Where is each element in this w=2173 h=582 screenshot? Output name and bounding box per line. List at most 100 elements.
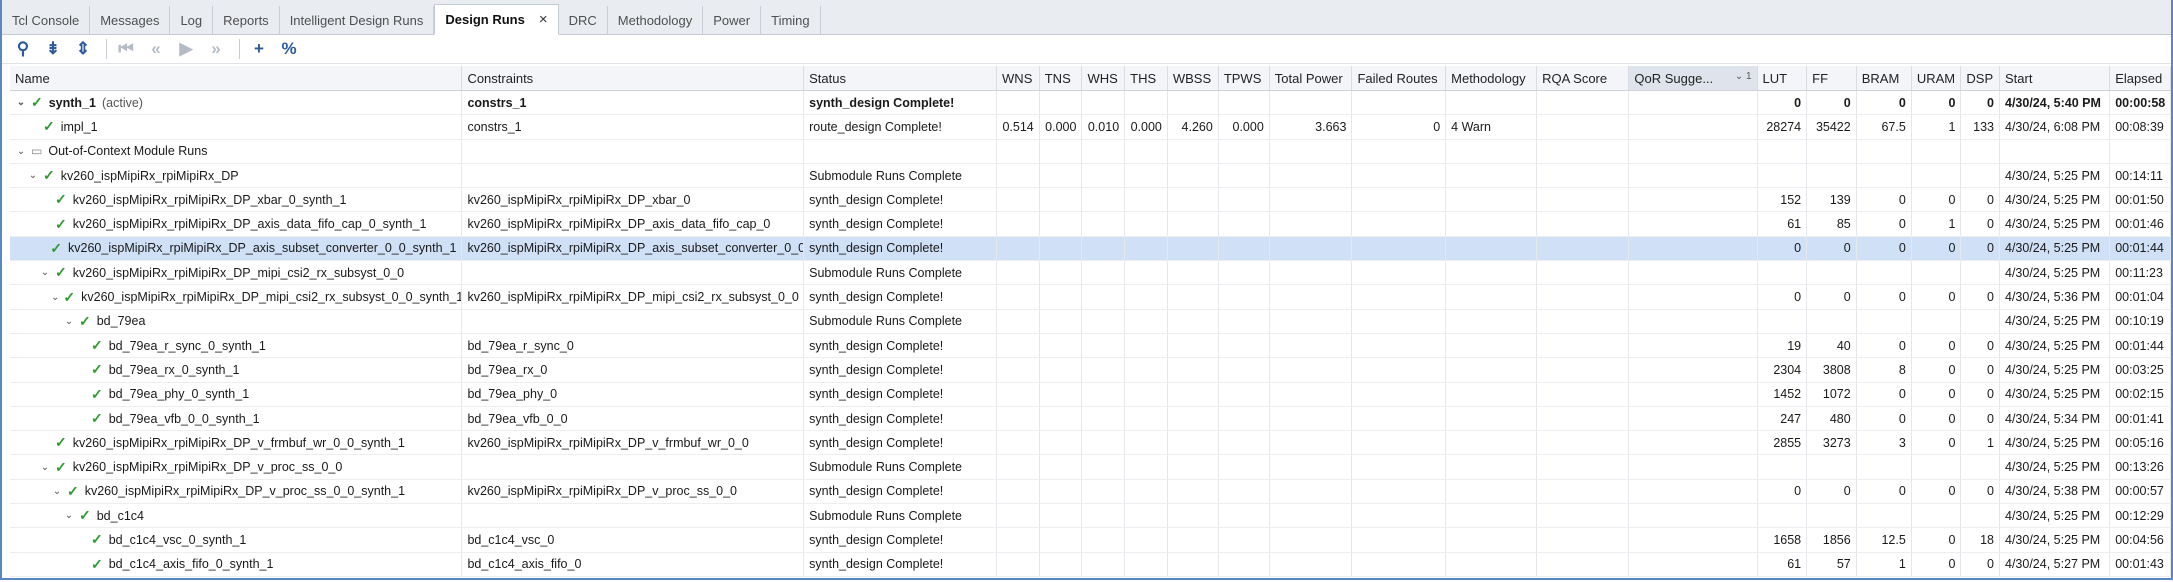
table-row[interactable]: ⌄ ✓ kv260_ispMipiRx_rpiMipiRx_DP_mipi_csi2… xyxy=(10,260,2171,286)
cell-status: Submodule Runs Complete xyxy=(803,309,998,334)
table-row[interactable]: ⌄ ✓ kv260_ispMipiRx_rpiMipiRx_DP_mipi_csi2… xyxy=(10,284,2171,310)
column-header-lut[interactable]: LUT xyxy=(1757,66,1808,91)
fast-forward-icon: » xyxy=(211,38,221,58)
cell-bram: 0 xyxy=(1856,284,1912,310)
cell-total-power xyxy=(1269,479,1353,505)
cell-start: 4/30/24, 5:27 PM xyxy=(1999,552,2111,577)
cell-wbss xyxy=(1167,139,1219,164)
table-row[interactable]: ✓ kv260_ispMipiRx_rpiMipiRx_DP_xbar_0_syn… xyxy=(10,187,2171,213)
column-header-tns[interactable]: TNS xyxy=(1039,66,1083,91)
column-header-tpws[interactable]: TPWS xyxy=(1218,66,1270,91)
run-name: ✓ kv260_ispMipiRx_rpiMipiRx_DP_axis_data_… xyxy=(15,216,456,233)
table-row[interactable]: ✓ bd_79ea_rx_0_synth_1 bd_79ea_rx_0 synth_d… xyxy=(10,357,2171,383)
column-header-status[interactable]: Status xyxy=(803,66,998,91)
column-header-total-power[interactable]: Total Power xyxy=(1269,66,1353,91)
cell-ff: 57 xyxy=(1806,552,1857,577)
folder-icon: ▭ xyxy=(31,144,43,159)
run-name-label: bd_79ea_phy_0_synth_1 xyxy=(108,387,250,402)
chevron-down-icon[interactable]: ⌄ xyxy=(51,292,59,303)
chevron-down-icon[interactable]: ⌄ xyxy=(15,97,27,108)
chevron-down-icon[interactable]: ⌄ xyxy=(15,146,27,157)
column-header-start[interactable]: Start xyxy=(1999,66,2111,91)
table-row[interactable]: ✓ bd_c1c4_axis_fifo_0_synth_1 bd_c1c4_axis… xyxy=(10,552,2171,577)
cell-elapsed: 00:01:44 xyxy=(2109,333,2171,359)
tab-timing[interactable]: Timing xyxy=(761,6,821,34)
cell-wbss xyxy=(1167,260,1219,286)
table-row[interactable]: ⌄ ✓ synth_1 (active) constrs_1 synth_design C… xyxy=(10,90,2171,116)
tab-tcl-console[interactable]: Tcl Console xyxy=(2,6,91,34)
cell-elapsed: 00:00:57 xyxy=(2109,479,2171,505)
column-header-ff[interactable]: FF xyxy=(1806,66,1857,91)
chevron-down-icon[interactable]: ⌄ xyxy=(39,462,51,473)
table-row[interactable]: ✓ bd_79ea_r_sync_0_synth_1 bd_79ea_r_sync_… xyxy=(10,333,2171,359)
table-row[interactable]: ✓ bd_c1c4_vsc_0_synth_1 bd_c1c4_vsc_0 synth… xyxy=(10,527,2171,553)
column-header-uram[interactable]: URAM xyxy=(1911,66,1962,91)
column-header-ths[interactable]: THS xyxy=(1124,66,1168,91)
cell-methodology xyxy=(1445,309,1538,334)
column-header-rqa-score[interactable]: RQA Score xyxy=(1536,66,1630,91)
table-row[interactable]: ✓ kv260_ispMipiRx_rpiMipiRx_DP_axis_data_… xyxy=(10,211,2171,237)
cell-rqa-score xyxy=(1536,527,1630,553)
percent-button[interactable]: % xyxy=(276,37,302,61)
table-row[interactable]: ⌄ ✓ kv260_ispMipiRx_rpiMipiRx_DP_v_proc_ss… xyxy=(10,454,2171,480)
add-button[interactable]: + xyxy=(246,37,272,61)
table-row[interactable]: ⌄ ✓ kv260_ispMipiRx_rpiMipiRx_DP_v_proc_ss… xyxy=(10,479,2171,505)
table-row[interactable]: ⌄ ✓ bd_c1c4 Submodule Runs Complete 4/30/24,… xyxy=(10,503,2171,529)
column-header-wns[interactable]: WNS xyxy=(996,66,1040,91)
tab-messages[interactable]: Messages xyxy=(90,6,171,34)
chevron-down-icon[interactable]: ⌄ xyxy=(27,170,39,181)
table-row[interactable]: ⌄ ✓ kv260_ispMipiRx_rpiMipiRx_DP Submodule … xyxy=(10,163,2171,189)
collapse-all-button[interactable]: ⇟ xyxy=(40,37,66,61)
table-row[interactable]: ✓ kv260_ispMipiRx_rpiMipiRx_DP_v_frmbuf_w… xyxy=(10,430,2171,456)
cell-rqa-score xyxy=(1536,284,1630,310)
tab-log[interactable]: Log xyxy=(170,6,214,34)
cell-status xyxy=(803,139,998,164)
run-name: ✓ kv260_ispMipiRx_rpiMipiRx_DP_v_frmbuf_w… xyxy=(15,434,456,451)
cell-whs xyxy=(1081,382,1126,407)
design-runs-panel: Tcl Console Messages Log Reports Intelligent… xyxy=(0,0,2173,580)
column-header-constraints[interactable]: Constraints xyxy=(461,66,805,91)
table-row[interactable]: ⌄ ✓ bd_79ea Submodule Runs Complete 4/30/24,… xyxy=(10,309,2171,334)
cell-bram xyxy=(1856,309,1912,334)
close-icon[interactable]: × xyxy=(539,11,548,28)
column-header-elapsed[interactable]: Elapsed xyxy=(2109,66,2171,91)
table-row[interactable]: ✓ impl_1 constrs_1 route_design Complete! 0.… xyxy=(10,114,2171,140)
table-row[interactable]: ⌄ ▭ Out-of-Context Module Runs xyxy=(10,139,2171,164)
cell-failed-routes xyxy=(1351,357,1447,383)
check-icon: ✓ xyxy=(91,531,103,548)
expand-all-button[interactable]: ⇕ xyxy=(70,37,96,61)
table-row[interactable]: ✓ bd_79ea_vfb_0_0_synth_1 bd_79ea_vfb_0_0 s… xyxy=(10,406,2171,432)
tab-power[interactable]: Power xyxy=(703,6,762,34)
cell-whs xyxy=(1081,187,1126,213)
cell-tpws xyxy=(1218,454,1270,480)
cell-total-power xyxy=(1269,454,1353,480)
column-header-name[interactable]: Name xyxy=(10,66,463,91)
cell-whs xyxy=(1081,552,1126,577)
cell-wns xyxy=(996,187,1040,213)
column-header-bram[interactable]: BRAM xyxy=(1856,66,1912,91)
chevron-down-icon[interactable]: ⌄ xyxy=(51,486,63,497)
column-header-wbss[interactable]: WBSS xyxy=(1167,66,1219,91)
chevron-down-icon[interactable]: ⌄ xyxy=(63,510,75,521)
table-row[interactable]: ✓ kv260_ispMipiRx_rpiMipiRx_DP_axis_subse… xyxy=(10,236,2171,262)
search-button[interactable]: ⚲ xyxy=(10,37,36,61)
cell-failed-routes xyxy=(1351,552,1447,577)
tab-intelligent-design-runs[interactable]: Intelligent Design Runs xyxy=(280,6,435,34)
tab-reports[interactable]: Reports xyxy=(213,6,280,34)
tab-methodology[interactable]: Methodology xyxy=(608,6,704,34)
cell-failed-routes xyxy=(1351,333,1447,359)
column-header-dsp[interactable]: DSP xyxy=(1960,66,2000,91)
tab-design-runs[interactable]: Design Runs × xyxy=(434,4,559,35)
table-row[interactable]: ✓ bd_79ea_phy_0_synth_1 bd_79ea_phy_0 synth… xyxy=(10,382,2171,407)
cell-wns xyxy=(996,527,1040,553)
check-icon: ✓ xyxy=(55,264,67,281)
chevron-down-icon[interactable]: ⌄ xyxy=(39,267,51,278)
cell-methodology xyxy=(1445,90,1538,116)
column-header-qor-sugge[interactable]: QoR Sugge... ⌄ 1 xyxy=(1628,66,1758,91)
column-header-methodology[interactable]: Methodology xyxy=(1445,66,1538,91)
column-header-whs[interactable]: WHS xyxy=(1081,66,1126,91)
tab-drc[interactable]: DRC xyxy=(559,6,608,34)
cell-uram: 0 xyxy=(1911,479,1962,505)
chevron-down-icon[interactable]: ⌄ xyxy=(63,316,75,327)
column-header-failed-routes[interactable]: Failed Routes xyxy=(1351,66,1447,91)
